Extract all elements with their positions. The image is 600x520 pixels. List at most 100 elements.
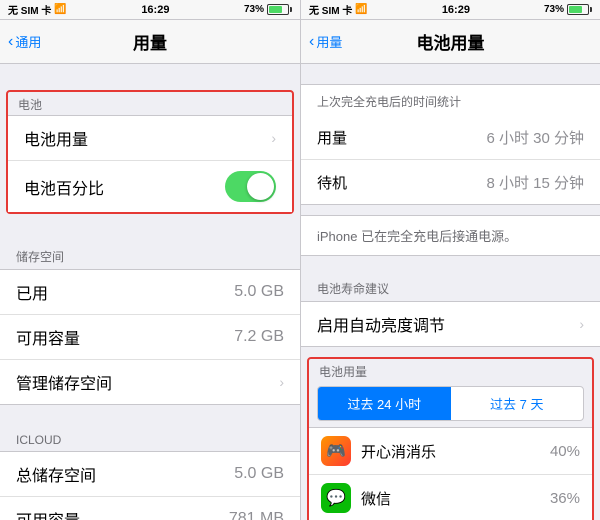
battery-usage-item[interactable]: 电池用量 › — [8, 116, 292, 161]
battery-tip — [290, 7, 292, 12]
toggle-knob — [247, 173, 274, 200]
charge-usage-row: 用量 6 小时 30 分钟 — [301, 116, 600, 160]
left-back-chevron: ‹ — [8, 33, 13, 51]
battery-percent-label: 电池百分比 — [24, 175, 104, 199]
storage-section-header: 储存空间 — [0, 240, 300, 269]
left-status-carrier: 无 SIM 卡 📶 — [8, 2, 67, 17]
app-icon-0: 🎮 — [321, 436, 351, 466]
battery-icon-right — [567, 4, 592, 15]
storage-used-item: 已用 5.0 GB — [0, 270, 300, 315]
icloud-section-header: ICLOUD — [0, 425, 300, 451]
charge-standby-row: 待机 8 小时 15 分钟 — [301, 160, 600, 204]
app-icon-1: 💬 — [321, 483, 351, 513]
left-panel: 无 SIM 卡 📶 16:29 73% ‹ 通用 用量 电池 — [0, 0, 300, 520]
storage-available-label: 可用容量 — [16, 325, 80, 349]
right-status-right: 73% — [544, 4, 592, 15]
battery-usage-section-header: 电池用量 — [309, 359, 592, 382]
battery-icon-left — [267, 4, 292, 15]
wifi-icon: 📶 — [54, 4, 66, 15]
advice-chevron: › — [579, 316, 584, 332]
carrier-text: 无 SIM 卡 — [8, 2, 51, 17]
battery-usage-chevron: › — [271, 130, 276, 146]
right-back-chevron: ‹ — [309, 33, 314, 51]
right-status-time: 16:29 — [442, 4, 470, 16]
left-status-time: 16:29 — [141, 4, 169, 16]
battery-percent-left: 73% — [244, 4, 264, 15]
icloud-available-item: 可用容量 781 MB — [0, 497, 300, 520]
right-battery-body — [567, 4, 589, 15]
right-back-button[interactable]: ‹ 用量 — [309, 32, 342, 51]
advice-section: 电池寿命建议 启用自动亮度调节 › — [301, 272, 600, 347]
icloud-available-value: 781 MB — [229, 510, 284, 520]
battery-tab-bar: 过去 24 小时 过去 7 天 — [317, 386, 584, 421]
icloud-spacer — [0, 405, 300, 425]
battery-list-group: 电池用量 › 电池百分比 — [8, 115, 292, 212]
advice-item[interactable]: 启用自动亮度调节 › — [301, 301, 600, 347]
right-battery-fill — [569, 6, 582, 13]
left-status-bar: 无 SIM 卡 📶 16:29 73% — [0, 0, 300, 20]
storage-used-label: 已用 — [16, 280, 48, 304]
advice-header: 电池寿命建议 — [301, 272, 600, 301]
icloud-total-label: 总储存空间 — [16, 462, 96, 486]
charge-standby-label: 待机 — [317, 172, 347, 193]
icloud-section: ICLOUD 总储存空间 5.0 GB 可用容量 781 MB 管理储存空间 › — [0, 425, 300, 520]
right-carrier-text: 无 SIM 卡 — [309, 2, 352, 17]
battery-usage-label: 电池用量 — [24, 126, 88, 150]
charge-usage-value: 6 小时 30 分钟 — [486, 127, 584, 148]
right-nav-title: 电池用量 — [417, 29, 485, 54]
tab-24h[interactable]: 过去 24 小时 — [318, 387, 451, 420]
left-nav-bar: ‹ 通用 用量 — [0, 20, 300, 64]
battery-usage-value: › — [271, 130, 276, 146]
right-back-label: 用量 — [316, 32, 342, 51]
left-status-right: 73% — [244, 4, 292, 15]
left-content: 电池 电池用量 › 电池百分比 — [0, 64, 300, 520]
top-spacer — [0, 64, 300, 84]
battery-percent-right: 73% — [544, 4, 564, 15]
charge-message: iPhone 已在完全充电后接通电源。 — [301, 215, 600, 256]
charge-stats-section: 上次完全充电后的时间统计 用量 6 小时 30 分钟 待机 8 小时 15 分钟 — [301, 84, 600, 205]
storage-list-group: 已用 5.0 GB 可用容量 7.2 GB 管理储存空间 › — [0, 269, 300, 405]
app-item-0: 🎮 开心消消乐 40% — [309, 428, 592, 475]
left-nav-title: 用量 — [133, 29, 167, 54]
tab-7d[interactable]: 过去 7 天 — [451, 387, 584, 420]
storage-manage-chevron: › — [279, 374, 284, 390]
charge-standby-value: 8 小时 15 分钟 — [486, 172, 584, 193]
icloud-list-group: 总储存空间 5.0 GB 可用容量 781 MB 管理储存空间 › — [0, 451, 300, 520]
battery-section-highlighted: 电池 电池用量 › 电池百分比 — [6, 90, 294, 214]
right-status-carrier: 无 SIM 卡 📶 — [309, 2, 368, 17]
left-back-label: 通用 — [15, 32, 41, 51]
advice-item-label: 启用自动亮度调节 — [317, 312, 445, 336]
storage-used-value: 5.0 GB — [234, 283, 284, 301]
right-battery-tip — [590, 7, 592, 12]
app-name-1: 微信 — [361, 488, 550, 509]
battery-percent-item: 电池百分比 — [8, 161, 292, 212]
right-status-bar: 无 SIM 卡 📶 16:29 73% — [301, 0, 600, 20]
storage-manage-value: › — [279, 374, 284, 390]
battery-percent-toggle-container — [225, 171, 276, 202]
charge-usage-label: 用量 — [317, 127, 347, 148]
storage-spacer — [0, 220, 300, 240]
app-name-0: 开心消消乐 — [361, 441, 550, 462]
right-wifi-icon: 📶 — [355, 4, 367, 15]
app-list: 🎮 开心消消乐 40% 💬 微信 36% 🐧 QQ 14% — [309, 427, 592, 520]
icloud-available-label: 可用容量 — [16, 507, 80, 520]
left-back-button[interactable]: ‹ 通用 — [8, 32, 41, 51]
storage-manage-item[interactable]: 管理储存空间 › — [0, 360, 300, 404]
battery-section-header: 电池 — [8, 92, 292, 115]
storage-manage-label: 管理储存空间 — [16, 370, 112, 394]
right-content: 上次完全充电后的时间统计 用量 6 小时 30 分钟 待机 8 小时 15 分钟… — [301, 64, 600, 520]
right-nav-bar: ‹ 用量 电池用量 — [301, 20, 600, 64]
right-top-spacer — [301, 64, 600, 84]
storage-section: 储存空间 已用 5.0 GB 可用容量 7.2 GB 管理储存空间 › — [0, 240, 300, 405]
app-percent-0: 40% — [550, 443, 580, 460]
battery-usage-section: 电池用量 过去 24 小时 过去 7 天 🎮 开心消消乐 40% 💬 微信 36… — [307, 357, 594, 520]
app-percent-1: 36% — [550, 490, 580, 507]
battery-body — [267, 4, 289, 15]
battery-percent-toggle[interactable] — [225, 171, 276, 202]
battery-fill — [269, 6, 282, 13]
storage-available-value: 7.2 GB — [234, 328, 284, 346]
icloud-total-value: 5.0 GB — [234, 465, 284, 483]
right-panel: 无 SIM 卡 📶 16:29 73% ‹ 用量 电池用量 上次完全充电后的时间… — [300, 0, 600, 520]
storage-available-item: 可用容量 7.2 GB — [0, 315, 300, 360]
charge-stats-header: 上次完全充电后的时间统计 — [301, 85, 600, 116]
